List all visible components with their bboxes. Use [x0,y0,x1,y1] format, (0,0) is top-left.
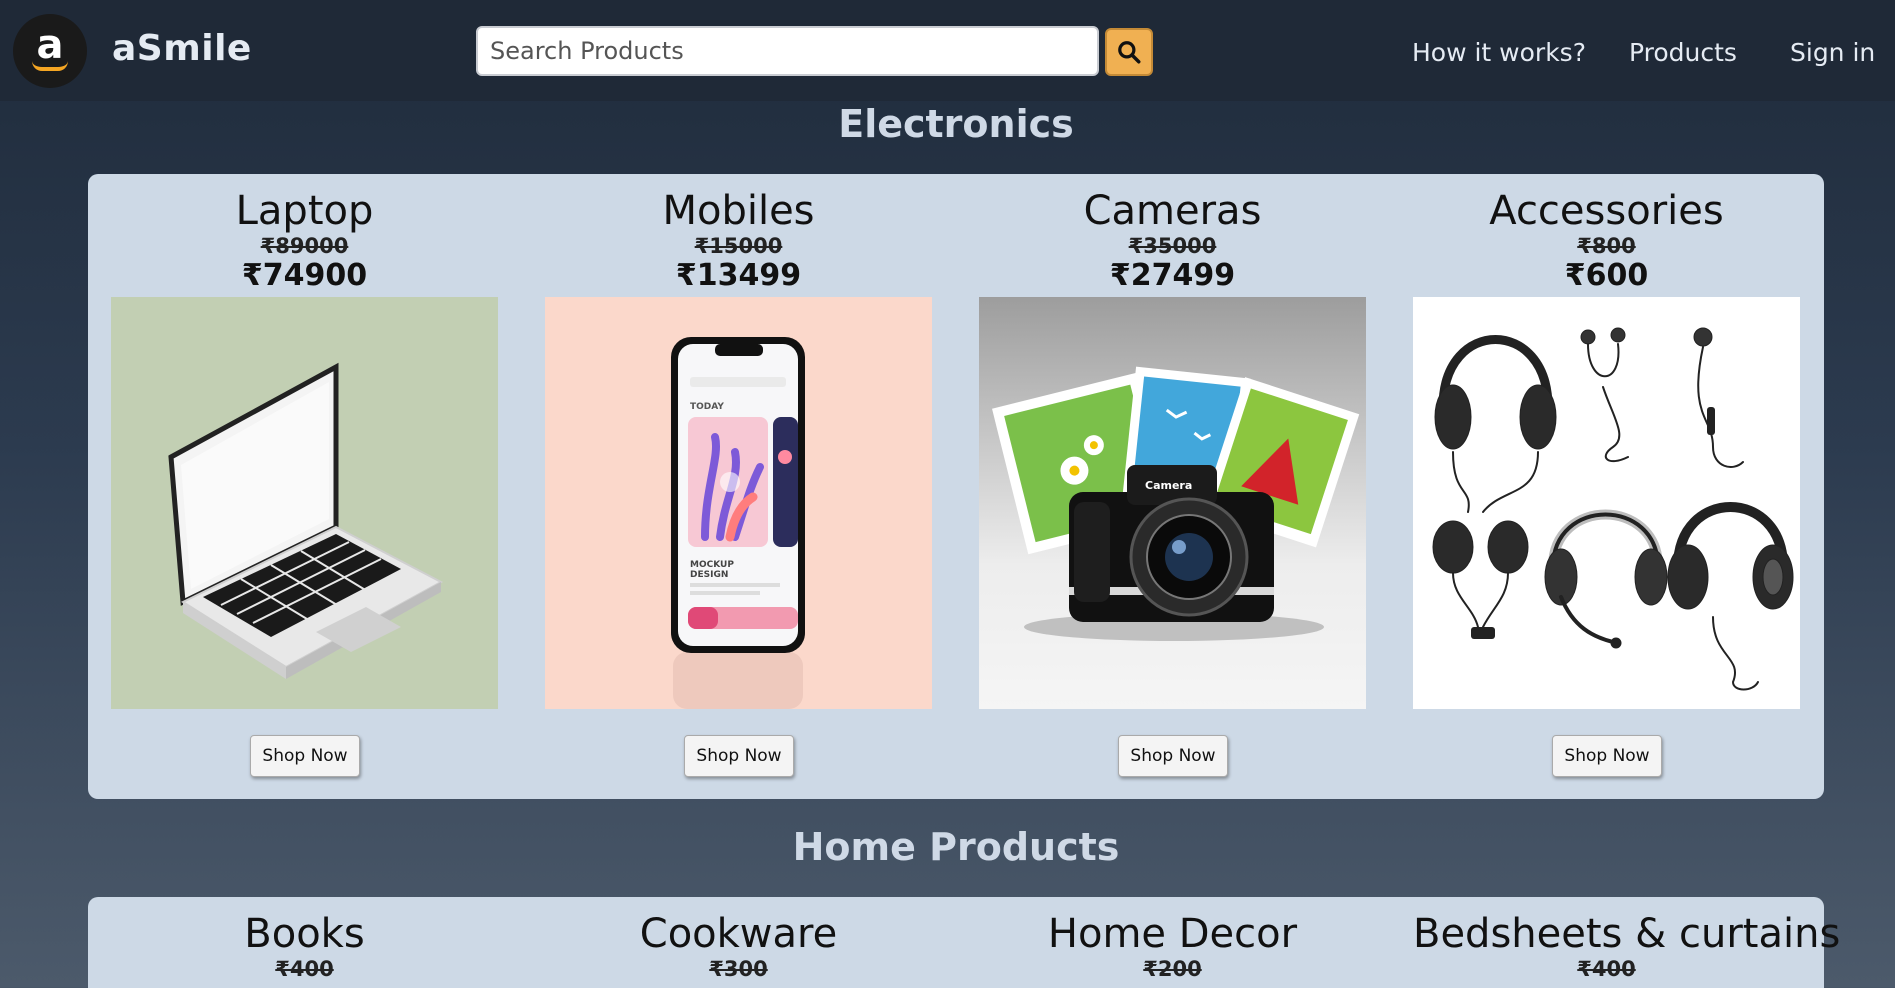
section-title-home-products: Home Products [792,825,1120,869]
electronics-panel: Laptop ₹89000 ₹74900 Shop Now Mobiles ₹1… [88,174,1824,799]
phone-mockup-illustration: TODAY MOCKUP DESIGN [545,297,932,709]
product-name: Cookware [639,911,838,957]
home-products-panel: Books ₹400 Cookware ₹300 Home Decor ₹200… [88,897,1841,988]
product-price: ₹13499 [675,258,802,293]
laptop-illustration [168,362,444,679]
search-icon [1118,41,1141,64]
product-price: ₹74900 [241,258,368,293]
nav-sign-in[interactable]: Sign in [1790,38,1875,67]
headphones-illustration [1432,327,1794,691]
nav-how-it-works[interactable]: How it works? [1412,38,1586,67]
product-old-price: ₹15000 [694,234,783,258]
logo-letter: a [36,22,64,68]
product-name: Accessories [1489,188,1724,234]
product-old-price: ₹300 [709,957,768,981]
product-name: Home Decor [1047,911,1298,957]
product-old-price: ₹400 [1577,957,1636,981]
product-old-price: ₹200 [1143,957,1202,981]
product-name: Cameras [1083,188,1262,234]
mockup-today-text: TODAY [690,402,724,412]
product-name: Bedsheets & curtains [1413,911,1841,957]
product-name: Laptop [235,188,374,234]
mobile-image[interactable]: TODAY MOCKUP DESIGN [545,297,932,709]
search-input[interactable] [476,26,1099,76]
product-name: Mobiles [662,188,815,234]
camera-label-text: Camera [1145,479,1192,492]
nav-products[interactable]: Products [1629,38,1737,67]
product-old-price: ₹35000 [1128,234,1217,258]
product-old-price: ₹400 [275,957,334,981]
product-price: ₹600 [1564,258,1649,293]
product-laptop: Laptop ₹89000 ₹74900 [111,188,498,294]
product-old-price: ₹89000 [260,234,349,258]
shop-now-button-accessories[interactable]: Shop Now [1552,735,1662,777]
product-old-price: ₹800 [1577,234,1636,258]
logo-smile-icon [32,61,68,71]
mockup-design-text: DESIGN [690,570,728,580]
shop-now-button-laptop[interactable]: Shop Now [250,735,360,777]
product-bedsheets-curtains: Bedsheets & curtains ₹400 [1413,911,1841,981]
search-button[interactable] [1105,28,1153,76]
shop-now-button-cameras[interactable]: Shop Now [1118,735,1228,777]
top-navbar: a aSmile How it works? Products Sign in [0,0,1895,101]
shop-now-button-mobiles[interactable]: Shop Now [684,735,794,777]
product-price: ₹27499 [1109,258,1236,293]
camera-illustration: Camera [992,366,1360,641]
headphones-image[interactable] [1413,297,1800,709]
camera-image[interactable]: Camera [979,297,1366,709]
section-title-electronics: Electronics [838,102,1074,146]
product-accessories: Accessories ₹800 ₹600 [1413,188,1800,294]
amazon-logo-icon[interactable]: a [13,14,87,88]
product-cookware: Cookware ₹300 [545,911,932,981]
product-cameras: Cameras ₹35000 ₹27499 [979,188,1366,294]
product-name: Books [244,911,365,957]
product-home-decor: Home Decor ₹200 [979,911,1366,981]
product-books: Books ₹400 [111,911,498,981]
mockup-label-text: MOCKUP [690,560,734,570]
brand-name[interactable]: aSmile [112,28,252,69]
laptop-image[interactable] [111,297,498,709]
product-mobiles: Mobiles ₹15000 ₹13499 [545,188,932,294]
